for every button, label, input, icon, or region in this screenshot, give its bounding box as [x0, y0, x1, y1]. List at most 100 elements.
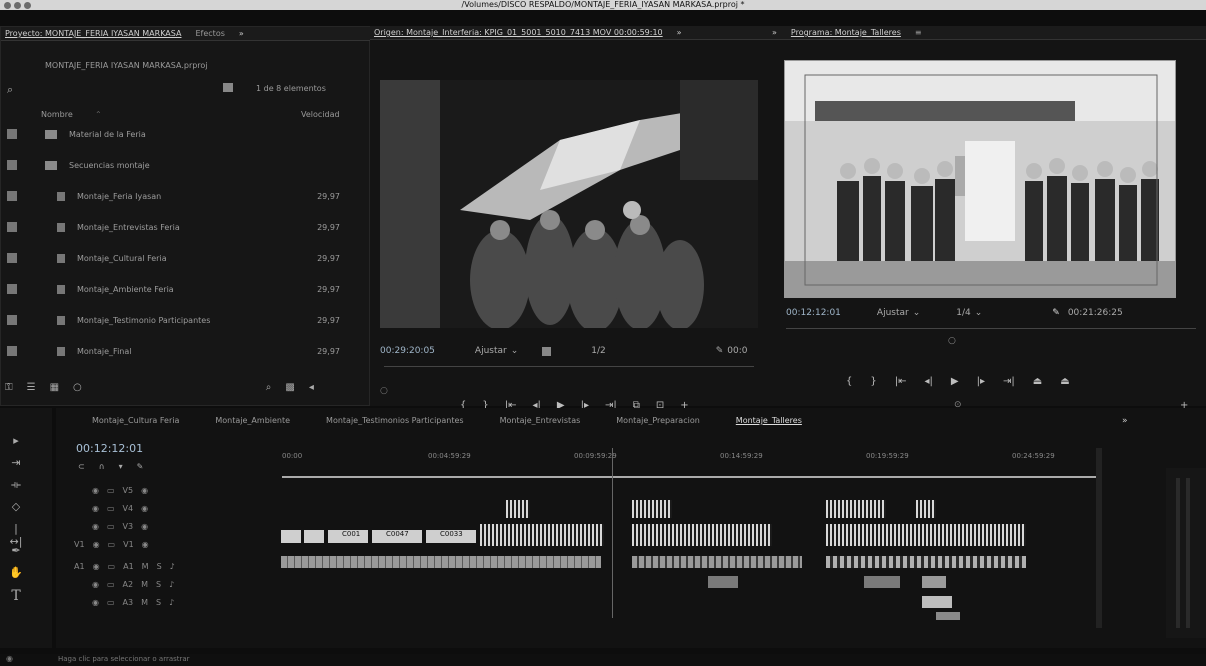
work-area-bar[interactable]	[282, 476, 1102, 478]
tab-program[interactable]: Programa: Montaje_Talleres	[791, 28, 901, 37]
clip-group-v3-a[interactable]	[506, 500, 530, 518]
type-tool-icon[interactable]: T	[8, 588, 24, 604]
list-view-icon[interactable]: ☰	[27, 382, 36, 393]
timeline-tab[interactable]: Montaje_Ambiente	[215, 416, 290, 425]
track-header-a2[interactable]: ◉ ▭ A2 M S ♪	[92, 576, 174, 592]
project-list-item[interactable]: Montaje_Cultural Feria 29,97	[1, 249, 346, 267]
program-mark-out-icon[interactable]: }	[870, 376, 876, 387]
project-list-item[interactable]: Montaje_Entrevistas Feria 29,97	[1, 218, 346, 236]
new-bin-icon[interactable]: ▩	[285, 382, 294, 393]
program-play-icon[interactable]: ▶	[951, 376, 959, 387]
extract-icon[interactable]: ⏏	[1060, 376, 1069, 387]
playhead-marker-icon[interactable]: ○	[380, 386, 388, 396]
search-icon[interactable]: ⌕	[7, 83, 13, 97]
project-list-item[interactable]: Montaje_Ambiente Feria 29,97	[1, 280, 346, 298]
snap-icon[interactable]: ⊂	[78, 462, 85, 471]
timeline-tab[interactable]: Montaje_Cultura Feria	[92, 416, 179, 425]
slip-icon[interactable]: |↔|	[8, 522, 24, 548]
linked-select-icon[interactable]: ∩	[99, 462, 105, 471]
program-quality-select[interactable]: 1/4	[956, 308, 970, 318]
audio-clips-a1-a[interactable]	[281, 556, 601, 568]
track-header-a1[interactable]: A1 ◉ ▭ A1 M S ♪	[74, 558, 175, 574]
add-marker-icon[interactable]: ▾	[119, 462, 123, 471]
razor-icon[interactable]: ◇	[8, 500, 24, 514]
wrench-icon[interactable]: ✎	[716, 346, 724, 356]
tab-effects[interactable]: Efectos	[195, 29, 224, 38]
timeline-tab[interactable]: Montaje_Entrevistas	[500, 416, 581, 425]
clip-v1-c0033[interactable]: C0033	[426, 530, 476, 543]
project-list-item[interactable]: Material de la Feria	[1, 125, 346, 143]
chevron-down-icon[interactable]: ⌄	[511, 346, 519, 356]
timeline-overflow-icon[interactable]: »	[1122, 416, 1128, 426]
program-fit-chevron-icon[interactable]: ⌄	[913, 308, 921, 318]
program-overflow-icon[interactable]: »	[772, 28, 777, 37]
timeline-playhead[interactable]	[612, 448, 613, 618]
timeline-tab[interactable]: Montaje_Talleres	[736, 416, 802, 425]
clip-group-v1-c[interactable]	[826, 524, 1026, 546]
program-wrench-icon[interactable]: ✎	[1052, 308, 1060, 318]
sort-up-icon[interactable]: ⌃	[95, 110, 102, 119]
track-header-a3[interactable]: ◉ ▭ A3 M S ♪	[92, 594, 174, 610]
tab-project[interactable]: Proyecto: MONTAJE_FERIA IYASAN MARKASA	[5, 29, 181, 38]
icon-view-icon[interactable]: ▦	[50, 382, 59, 393]
program-mark-in-icon[interactable]: {	[846, 376, 852, 387]
track-header-v4[interactable]: ◉ ▭ V4 ◉	[92, 500, 148, 516]
source-overflow-icon[interactable]: »	[677, 28, 682, 37]
source-video-frame[interactable]	[380, 80, 758, 328]
project-list-item[interactable]: Montaje_Testimonio Participantes 29,97	[1, 311, 346, 329]
clip-group-v1-a[interactable]	[480, 524, 604, 546]
source-timecode[interactable]: 00:29:20:05	[380, 346, 435, 356]
track-select-icon[interactable]: ⇥	[8, 456, 24, 470]
clip-v1-c001[interactable]: C001	[328, 530, 368, 543]
audio-clip-a3-1[interactable]	[922, 596, 952, 608]
clip-v1-c0047[interactable]: C0047	[372, 530, 422, 543]
program-scrub-bar[interactable]	[786, 328, 1196, 329]
program-go-to-out-icon[interactable]: ⇥|	[1003, 376, 1015, 387]
source-fit-select[interactable]: Ajustar	[475, 346, 507, 356]
program-timecode[interactable]: 00:12:12:01	[786, 308, 841, 318]
pen-icon[interactable]: ✒	[8, 544, 24, 558]
panel-overflow-icon[interactable]: »	[239, 29, 244, 38]
project-list-item[interactable]: Montaje_Final 29,97	[1, 342, 346, 360]
track-header-v5[interactable]: ◉ ▭ V5 ◉	[92, 482, 148, 498]
project-list-item[interactable]: Montaje_Feria Iyasan 29,97	[1, 187, 346, 205]
project-list-item[interactable]: Secuencias montaje	[1, 156, 346, 174]
clip-group-v3-b[interactable]	[632, 500, 672, 518]
bin-filter-icon[interactable]	[223, 83, 233, 92]
source-scrub-bar[interactable]	[384, 366, 754, 367]
audio-clips-a1-c[interactable]	[826, 556, 1026, 568]
program-fit-select[interactable]: Ajustar	[877, 308, 909, 318]
audio-clip-a2-3[interactable]	[922, 576, 946, 588]
zoom-slider-icon[interactable]: ○	[73, 382, 82, 393]
find-icon[interactable]: ⌕	[266, 382, 272, 393]
tab-source[interactable]: Origen: Montaje_Interferia: KPIG_01_5001…	[374, 28, 663, 37]
timeline-vertical-scrollbar[interactable]	[1096, 448, 1102, 628]
program-video-frame[interactable]	[784, 60, 1176, 298]
audio-clip-a2-1[interactable]	[708, 576, 738, 588]
program-step-forward-icon[interactable]: |▸	[977, 376, 985, 387]
clip-group-v3-c[interactable]	[826, 500, 886, 518]
program-step-back-icon[interactable]: ◂|	[925, 376, 933, 387]
program-quality-chevron-icon[interactable]: ⌄	[975, 308, 983, 318]
hand-icon[interactable]: ✋	[8, 566, 24, 580]
column-rate-header[interactable]: Velocidad	[301, 110, 340, 119]
audio-clip-a3-2[interactable]	[936, 612, 960, 620]
audio-clip-a2-2[interactable]	[864, 576, 900, 588]
track-header-v3[interactable]: ◉ ▭ V3 ◉	[92, 518, 148, 534]
column-name-header[interactable]: Nombre	[41, 110, 73, 119]
program-menu-icon[interactable]: ≡	[915, 28, 922, 37]
clip-group-v1-b[interactable]	[632, 524, 772, 546]
source-quality-select[interactable]: 1/2	[591, 346, 605, 356]
track-header-v1[interactable]: V1 ◉ ▭ V1 ◉	[74, 536, 149, 552]
timeline-tab[interactable]: Montaje_Preparacion	[616, 416, 700, 425]
program-go-to-in-icon[interactable]: |⇤	[895, 376, 907, 387]
lock-icon[interactable]: ⚿	[5, 382, 13, 393]
source-settings-icon[interactable]	[542, 346, 552, 356]
audio-clips-a1-b[interactable]	[632, 556, 802, 568]
clip-v1-1[interactable]	[281, 530, 301, 543]
clip-v1-2[interactable]	[304, 530, 324, 543]
program-playhead-icon[interactable]: ○	[948, 336, 956, 346]
ripple-edit-icon[interactable]: ⟛	[8, 478, 24, 492]
new-item-icon[interactable]: ◂	[309, 382, 314, 393]
timeline-timecode[interactable]: 00:12:12:01	[76, 442, 143, 455]
